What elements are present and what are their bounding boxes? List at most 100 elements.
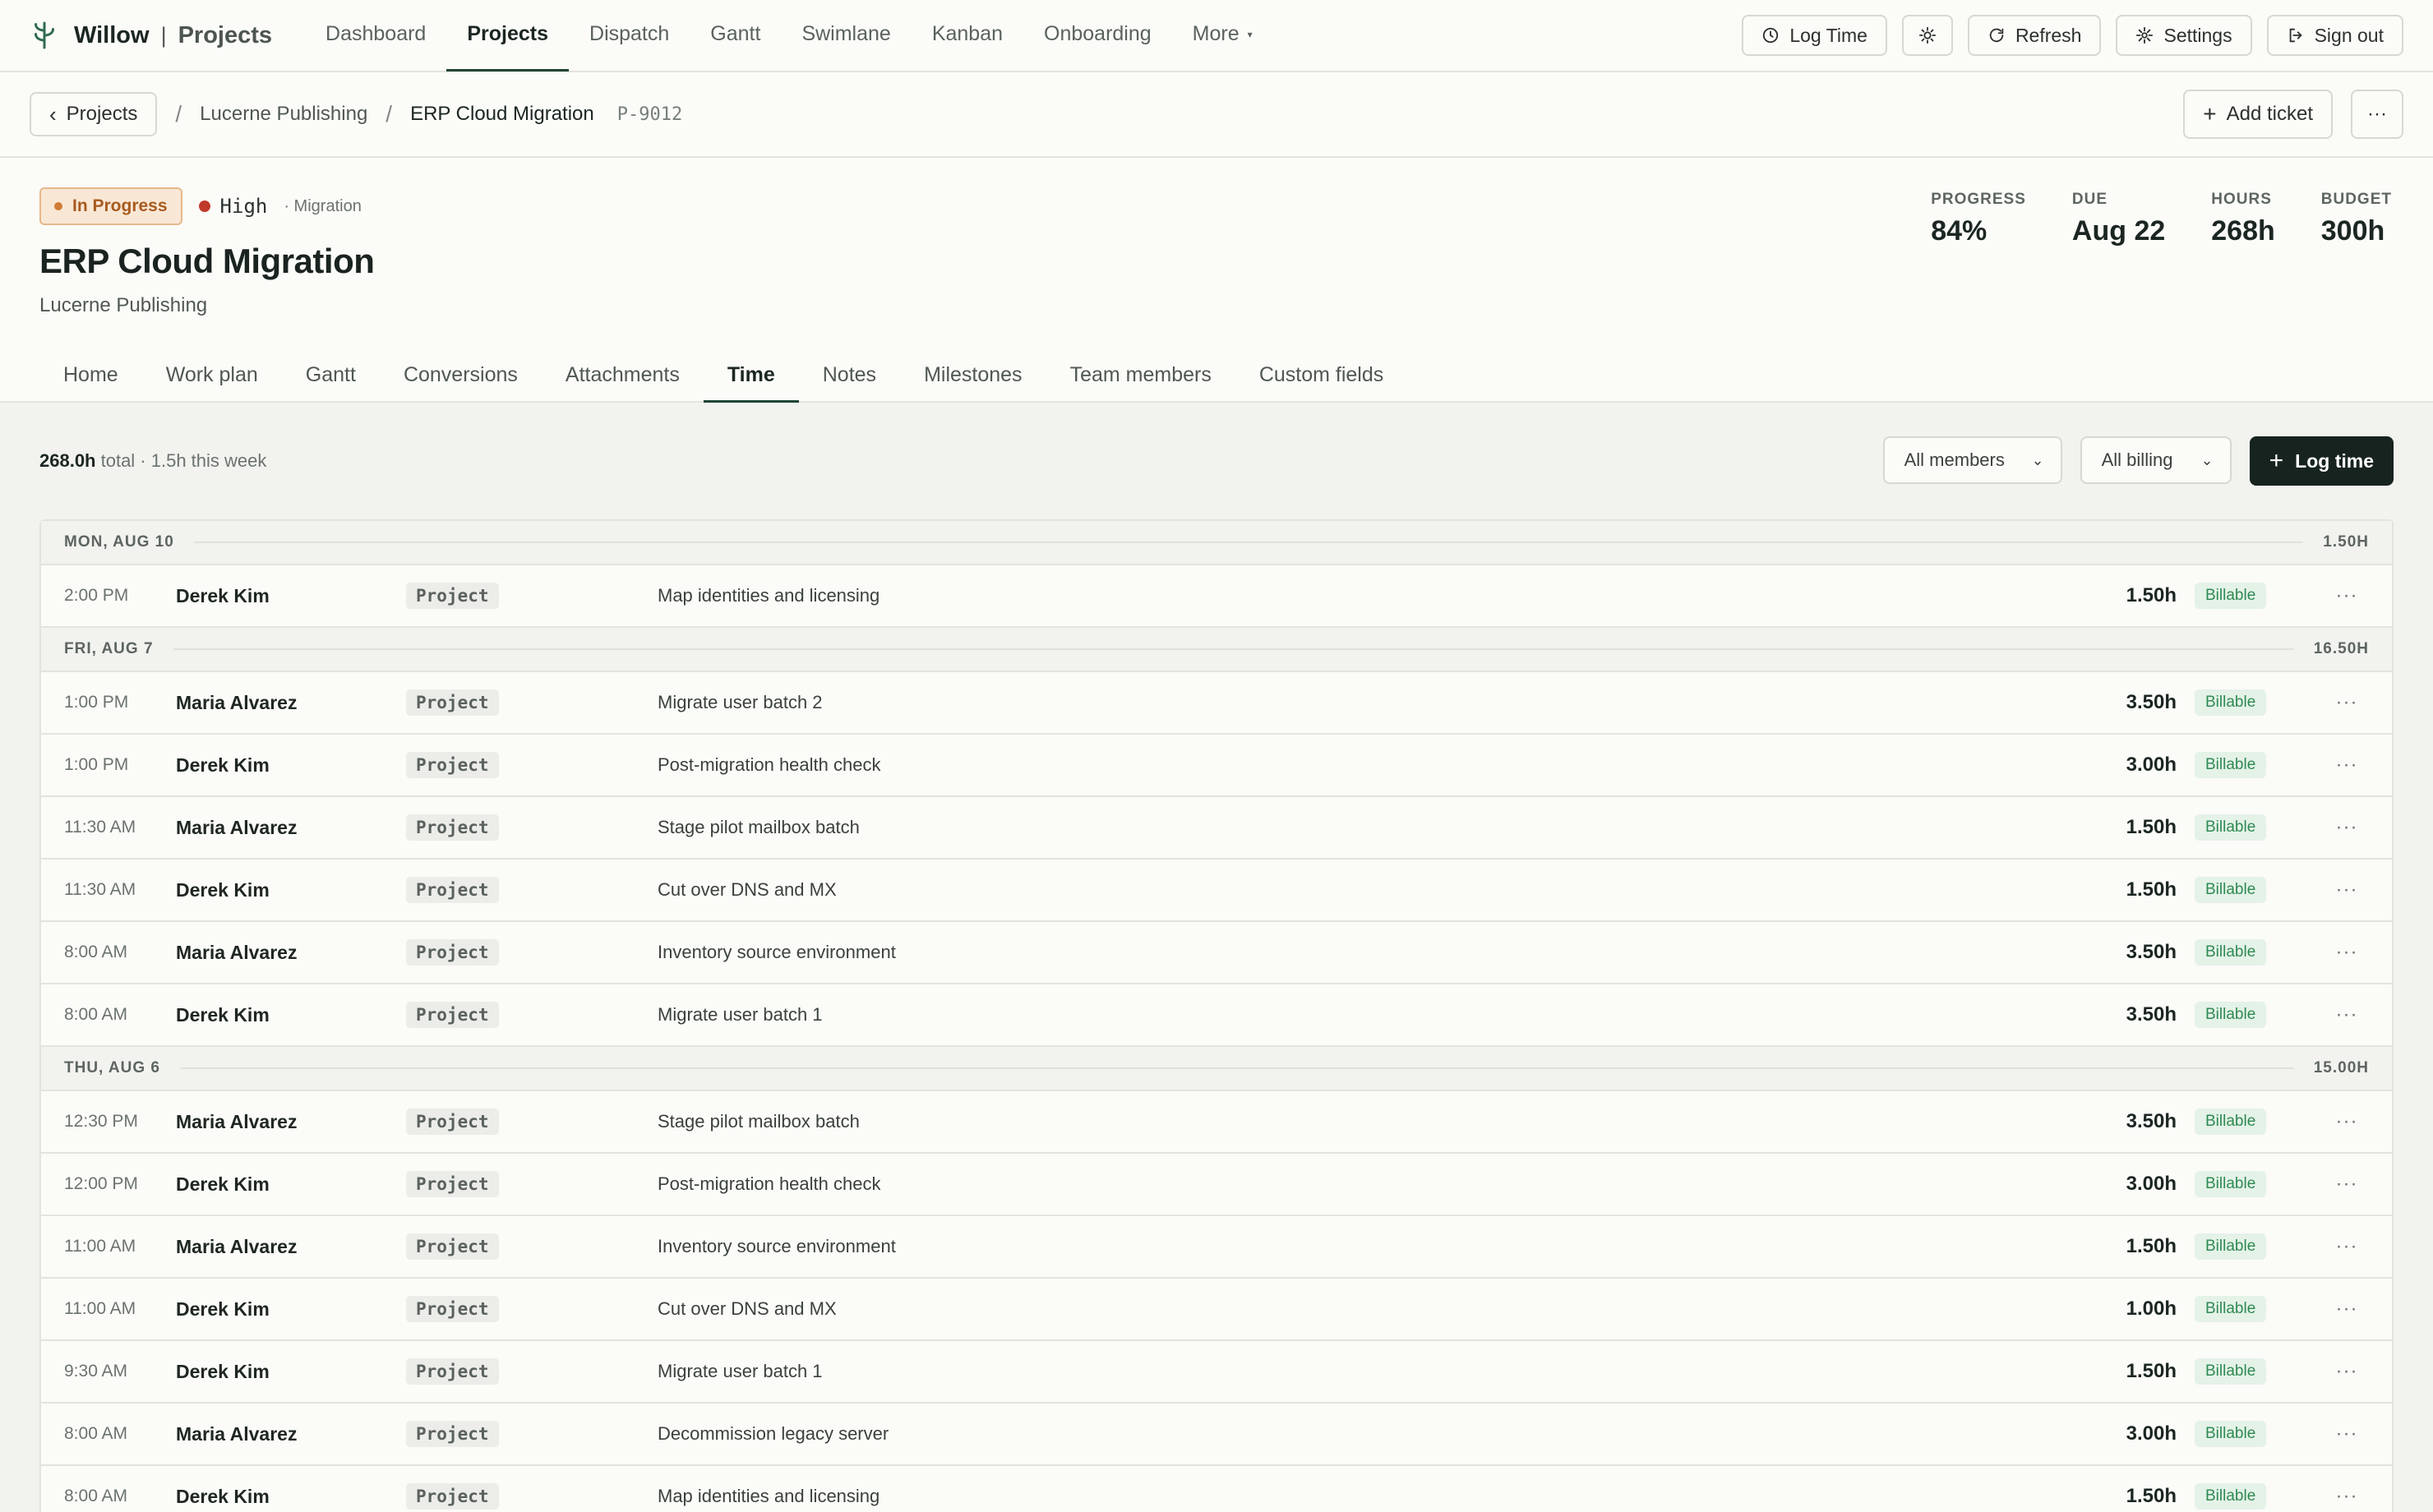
nav-link-more[interactable]: More ▾ xyxy=(1172,0,1273,71)
entry-time: 12:00 PM xyxy=(64,1174,138,1193)
more-options-button[interactable]: ··· xyxy=(2351,90,2403,139)
sign-out-button[interactable]: Sign out xyxy=(2266,15,2403,56)
row-menu-ellipsis-icon[interactable]: ··· xyxy=(2325,941,2369,964)
tab-custom-fields[interactable]: Custom fields xyxy=(1235,350,1407,403)
entry-type-cell: Project xyxy=(406,1002,658,1028)
plus-icon: + xyxy=(2269,447,2284,474)
nav-link-swimlane[interactable]: Swimlane xyxy=(781,0,911,71)
nav-link-kanban[interactable]: Kanban xyxy=(912,0,1023,71)
row-menu-ellipsis-icon[interactable]: ··· xyxy=(2325,1235,2369,1258)
stat-value: 300h xyxy=(2320,215,2385,247)
table-row[interactable]: 12:00 PM Derek Kim Project Post-migration h… xyxy=(41,1154,2392,1216)
refresh-button[interactable]: Refresh xyxy=(1967,15,2102,56)
tab-conversions[interactable]: Conversions xyxy=(380,350,542,403)
table-row[interactable]: 9:30 AM Derek Kim Project Migrate user batc… xyxy=(41,1341,2392,1404)
row-menu-ellipsis-icon[interactable]: ··· xyxy=(2325,754,2369,777)
nav-link-dispatch[interactable]: Dispatch xyxy=(569,0,690,71)
sun-icon xyxy=(1918,26,1937,44)
add-ticket-button[interactable]: + Add ticket xyxy=(2183,90,2334,139)
entry-description: Stage pilot mailbox batch xyxy=(658,817,860,837)
row-menu-ellipsis-icon[interactable]: ··· xyxy=(2325,1003,2369,1026)
nav-link-onboarding[interactable]: Onboarding xyxy=(1023,0,1172,71)
nav-link-gantt[interactable]: Gantt xyxy=(690,0,781,71)
entry-type-chip: Project xyxy=(406,877,499,903)
brand[interactable]: Willow | Projects xyxy=(30,21,272,50)
members-filter-select[interactable]: All members ⌄ xyxy=(1882,436,2062,484)
billing-filter-select[interactable]: All billing ⌄ xyxy=(2080,436,2232,484)
tab-gantt[interactable]: Gantt xyxy=(282,350,380,403)
log-time-button[interactable]: Log Time xyxy=(1742,15,1887,56)
tab-milestones[interactable]: Milestones xyxy=(900,350,1046,403)
table-row[interactable]: 8:00 AM Maria Alvarez Project Decommission … xyxy=(41,1404,2392,1466)
row-menu-ellipsis-icon[interactable]: ··· xyxy=(2325,1485,2369,1508)
entry-description: Map identities and licensing xyxy=(658,1486,880,1506)
tab-work-plan[interactable]: Work plan xyxy=(142,350,282,403)
tab-attachments[interactable]: Attachments xyxy=(542,350,704,403)
entry-member: Maria Alvarez xyxy=(176,1110,298,1132)
billable-badge: Billable xyxy=(2195,1421,2267,1447)
table-row[interactable]: 11:00 AM Maria Alvarez Project Inventory so… xyxy=(41,1216,2392,1279)
table-row[interactable]: 8:00 AM Derek Kim Project Migrate user batc… xyxy=(41,984,2392,1047)
entry-member: Maria Alvarez xyxy=(176,691,298,713)
log-time-primary-button[interactable]: + Log time xyxy=(2249,436,2394,486)
row-menu-ellipsis-icon[interactable]: ··· xyxy=(2325,1173,2369,1196)
tab-team-members[interactable]: Team members xyxy=(1046,350,1235,403)
entry-hours: 1.50h xyxy=(2126,1485,2177,1507)
table-row[interactable]: 11:30 AM Maria Alvarez Project Stage pilot … xyxy=(41,797,2392,860)
breadcrumb-client[interactable]: Lucerne Publishing xyxy=(200,103,367,126)
ellipsis-icon: ··· xyxy=(2367,103,2387,125)
sign-out-icon xyxy=(2289,28,2302,43)
table-row[interactable]: 12:30 PM Maria Alvarez Project Stage pilot … xyxy=(41,1091,2392,1154)
row-menu-ellipsis-icon[interactable]: ··· xyxy=(2325,1360,2369,1383)
table-row[interactable]: 2:00 PM Derek Kim Project Map identities an… xyxy=(41,565,2392,628)
entry-description: Migrate user batch 1 xyxy=(658,1004,823,1025)
priority-label: High xyxy=(219,195,268,218)
table-row[interactable]: 1:00 PM Maria Alvarez Project Migrate user … xyxy=(41,672,2392,735)
entry-type-chip: Project xyxy=(406,1002,499,1028)
nav-link-dashboard[interactable]: Dashboard xyxy=(305,0,446,71)
tab-time[interactable]: Time xyxy=(703,350,799,403)
entry-time: 1:00 PM xyxy=(64,693,129,712)
row-menu-ellipsis-icon[interactable]: ··· xyxy=(2325,1422,2369,1445)
entry-member: Maria Alvarez xyxy=(176,816,298,838)
settings-label: Settings xyxy=(2163,24,2232,46)
billing-filter-value: All billing xyxy=(2101,449,2173,470)
project-header: In Progress High · Migration ERP Cloud M… xyxy=(0,158,2433,403)
row-menu-ellipsis-icon[interactable]: ··· xyxy=(2325,584,2369,607)
nav-more-label: More xyxy=(1192,22,1240,45)
entry-time: 8:00 AM xyxy=(64,1424,128,1443)
entry-billing-cell: Billable xyxy=(2177,877,2325,903)
entry-type-cell: Project xyxy=(406,1109,658,1135)
table-row[interactable]: 8:00 AM Maria Alvarez Project Inventory sou… xyxy=(41,922,2392,984)
row-menu-ellipsis-icon[interactable]: ··· xyxy=(2325,1298,2369,1321)
billable-badge: Billable xyxy=(2195,689,2267,716)
row-menu-ellipsis-icon[interactable]: ··· xyxy=(2325,1110,2369,1133)
nav-link-projects[interactable]: Projects xyxy=(446,0,570,71)
entry-time: 11:00 AM xyxy=(64,1299,136,1318)
entry-type-cell: Project xyxy=(406,1421,658,1447)
settings-button[interactable]: Settings xyxy=(2116,15,2252,56)
priority-dot-icon xyxy=(198,201,210,212)
app-section: Projects xyxy=(178,21,273,48)
day-total: 15.00H xyxy=(2313,1059,2369,1076)
table-row[interactable]: 8:00 AM Derek Kim Project Map identities an… xyxy=(41,1466,2392,1512)
row-menu-ellipsis-icon[interactable]: ··· xyxy=(2325,878,2369,901)
row-menu-ellipsis-icon[interactable]: ··· xyxy=(2325,691,2369,714)
table-row[interactable]: 11:30 AM Derek Kim Project Cut over DNS and… xyxy=(41,860,2392,922)
tab-notes[interactable]: Notes xyxy=(799,350,900,403)
stat-value: 268h xyxy=(2211,215,2275,247)
breadcrumb: ‹ Projects / Lucerne Publishing / ERP Cl… xyxy=(0,72,2433,158)
breadcrumb-separator: / xyxy=(175,101,182,127)
row-menu-ellipsis-icon[interactable]: ··· xyxy=(2325,816,2369,839)
stat-value: Aug 22 xyxy=(2071,215,2166,247)
table-row[interactable]: 11:00 AM Derek Kim Project Cut over DNS and… xyxy=(41,1279,2392,1341)
entry-description: Post-migration health check xyxy=(658,754,881,775)
back-to-projects-button[interactable]: ‹ Projects xyxy=(30,92,158,136)
billable-badge: Billable xyxy=(2195,1109,2267,1135)
table-row[interactable]: 1:00 PM Derek Kim Project Post-migration he… xyxy=(41,735,2392,797)
billable-badge: Billable xyxy=(2195,1171,2267,1197)
theme-toggle-button[interactable] xyxy=(1901,15,1953,56)
tab-home[interactable]: Home xyxy=(39,350,142,403)
entry-billing-cell: Billable xyxy=(2177,1109,2325,1135)
time-toolbar: 268.0h total · 1.5h this week All member… xyxy=(39,403,2394,519)
